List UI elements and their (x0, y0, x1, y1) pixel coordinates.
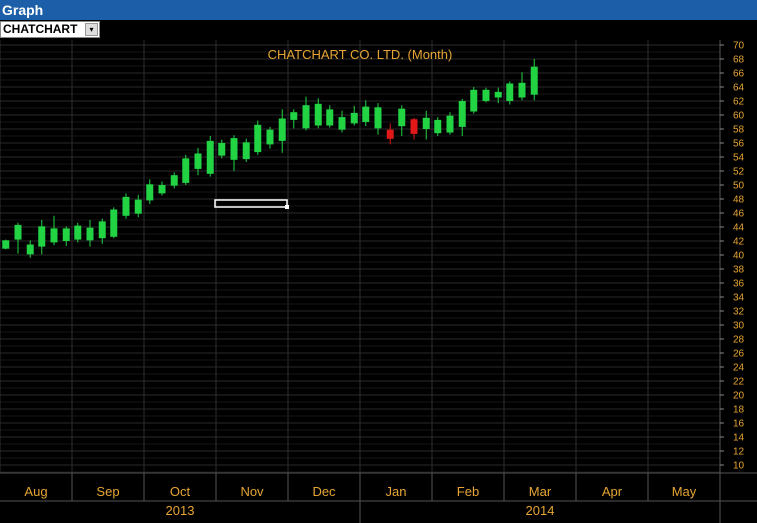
candlestick-chart: 10 12 14 16 18 20 22 24 26 28 30 32 34 36 38 40 42 44 46 48… (0, 0, 757, 523)
x-month-label: May (672, 484, 697, 499)
candle-body (506, 83, 514, 101)
candle-body (122, 196, 130, 216)
x-month-label: Mar (529, 484, 552, 499)
y-tick-label: 42 (733, 237, 745, 248)
candle-body (74, 225, 82, 240)
candle-body (38, 226, 46, 247)
y-tick-label: 66 (733, 69, 745, 80)
x-month-label: Jan (386, 484, 407, 499)
y-tick-label: 70 (733, 41, 745, 52)
candle-body (194, 153, 202, 169)
candle-body (158, 185, 166, 194)
window-title: Graph (0, 0, 757, 20)
candle-body (230, 138, 238, 160)
candle-body (278, 118, 286, 141)
y-tick-label: 22 (733, 377, 745, 388)
candle-body (302, 105, 310, 129)
y-tick-label: 54 (733, 153, 745, 164)
x-month-label: Oct (170, 484, 191, 499)
candle-body (218, 143, 226, 156)
symbol-dropdown[interactable]: CHATCHART ▾ (0, 21, 100, 38)
y-tick-label: 20 (733, 391, 745, 402)
y-tick-label: 52 (733, 167, 745, 178)
y-tick-label: 50 (733, 181, 745, 192)
y-tick-label: 28 (733, 335, 745, 346)
candle-body (314, 103, 322, 126)
y-tick-label: 30 (733, 321, 745, 332)
candle-body (482, 89, 490, 101)
candle-body (422, 117, 430, 129)
selection-handle[interactable] (285, 205, 289, 209)
candle-body (530, 66, 538, 95)
candle-body (434, 119, 442, 134)
candle-body (350, 112, 358, 124)
candle-body (110, 209, 118, 237)
x-month-label: Sep (96, 484, 119, 499)
y-tick-label: 64 (733, 83, 745, 94)
y-tick-label: 10 (733, 461, 745, 472)
candle-body (410, 119, 418, 134)
x-month-label: Apr (602, 484, 623, 499)
candle-body (170, 175, 178, 186)
candle-body (290, 112, 298, 120)
y-tick-label: 14 (733, 433, 745, 444)
y-tick-label: 56 (733, 139, 745, 150)
candle-body (386, 129, 394, 139)
x-month-label: Dec (312, 484, 336, 499)
candle-body (242, 142, 250, 160)
candle-body (446, 115, 454, 133)
chart-title: CHATCHART CO. LTD. (Month) (268, 47, 453, 62)
candle-body (518, 82, 526, 98)
candle-body (470, 89, 478, 112)
y-tick-label: 68 (733, 55, 745, 66)
candle-body (398, 108, 406, 127)
x-year-label: 2013 (166, 503, 195, 518)
x-month-label: Nov (240, 484, 264, 499)
candle-body (146, 184, 154, 201)
candle-body (134, 199, 142, 214)
x-month-label: Feb (457, 484, 479, 499)
x-month-label: Aug (24, 484, 47, 499)
candle-body (254, 124, 262, 153)
candle-body (362, 106, 370, 122)
candle-body (206, 140, 214, 174)
candle-body (26, 244, 34, 255)
y-tick-label: 44 (733, 223, 745, 234)
y-tick-label: 46 (733, 209, 745, 220)
candle-body (62, 228, 70, 241)
candle-body (14, 224, 22, 240)
x-year-label: 2014 (526, 503, 555, 518)
y-tick-label: 32 (733, 307, 745, 318)
symbol-value: CHATCHART (3, 22, 78, 36)
y-tick-label: 48 (733, 195, 745, 206)
y-tick-label: 34 (733, 293, 745, 304)
candle-body (326, 109, 334, 126)
chevron-down-icon[interactable]: ▾ (85, 23, 98, 36)
candle-body (86, 227, 94, 241)
candle-body (2, 240, 10, 249)
y-tick-label: 38 (733, 265, 745, 276)
candle-body (182, 158, 190, 183)
y-tick-label: 16 (733, 419, 745, 430)
candle-body (374, 107, 382, 129)
y-tick-label: 24 (733, 363, 745, 374)
y-tick-label: 12 (733, 447, 745, 458)
candle-body (458, 101, 466, 127)
y-tick-label: 36 (733, 279, 745, 290)
y-tick-label: 62 (733, 97, 745, 108)
y-tick-label: 18 (733, 405, 745, 416)
candle-body (266, 129, 274, 145)
y-tick-label: 26 (733, 349, 745, 360)
y-tick-label: 60 (733, 111, 745, 122)
candle-body (494, 91, 502, 98)
candle-body (98, 221, 106, 239)
candle-body (338, 117, 346, 130)
y-tick-label: 40 (733, 251, 745, 262)
y-tick-label: 58 (733, 125, 745, 136)
candle-body (50, 228, 58, 243)
